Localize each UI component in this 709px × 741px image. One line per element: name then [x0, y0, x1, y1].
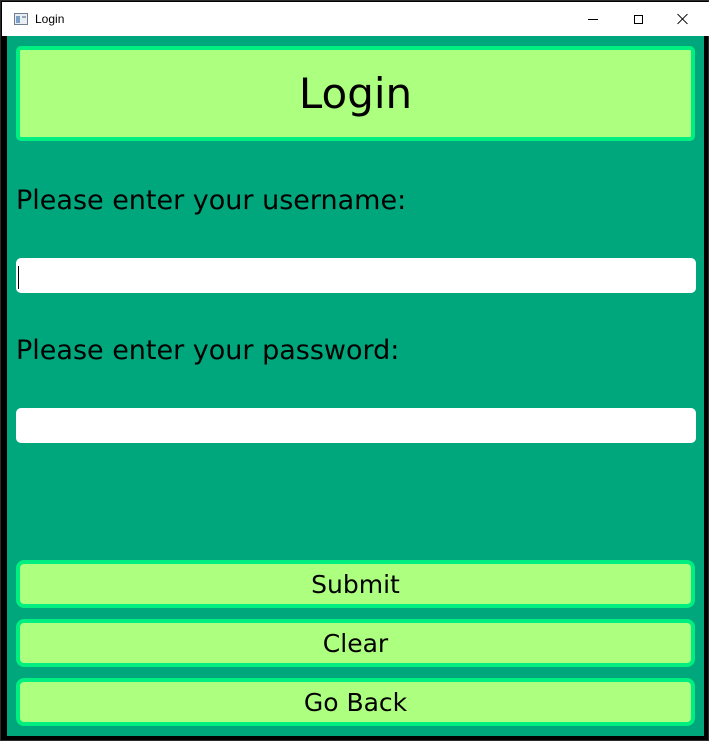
- password-label: Please enter your password:: [16, 335, 400, 366]
- go-back-button[interactable]: Go Back: [16, 678, 695, 726]
- minimize-icon: [588, 18, 598, 20]
- login-panel: Login Please enter your username: Please…: [7, 36, 704, 736]
- app-icon: [14, 13, 28, 25]
- maximize-button[interactable]: [615, 3, 661, 35]
- text-caret: [18, 266, 19, 289]
- minimize-button[interactable]: [570, 3, 616, 35]
- page-title: Login: [298, 68, 413, 118]
- title-bar[interactable]: Login: [2, 2, 709, 36]
- username-input[interactable]: [16, 258, 696, 293]
- app-window: Login Login Please enter your username: …: [0, 0, 709, 741]
- username-label: Please enter your username:: [16, 185, 407, 216]
- header-banner: Login: [16, 46, 695, 141]
- close-button[interactable]: [660, 3, 706, 35]
- maximize-icon: [633, 14, 643, 24]
- clear-button[interactable]: Clear: [16, 619, 695, 667]
- close-icon: [677, 13, 689, 25]
- window-title: Login: [35, 12, 65, 26]
- password-input[interactable]: [16, 408, 696, 443]
- submit-button[interactable]: Submit: [16, 560, 695, 608]
